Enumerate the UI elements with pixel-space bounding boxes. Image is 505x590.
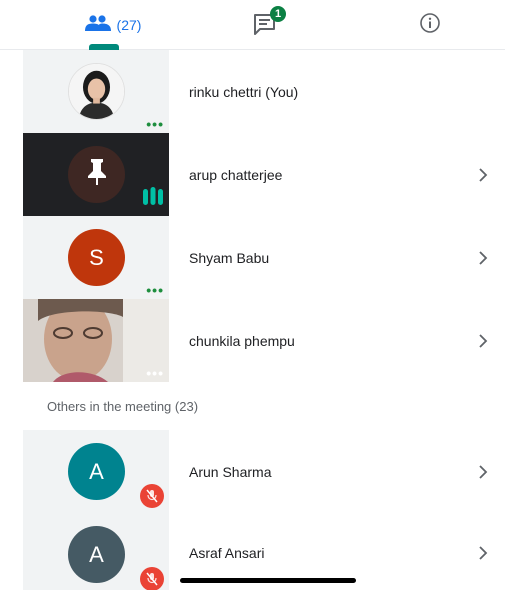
- participant-row[interactable]: A Arun Sharma: [0, 430, 505, 513]
- participant-tile: A: [23, 513, 169, 590]
- home-indicator[interactable]: [180, 578, 356, 583]
- more-options-indicator: •••: [146, 116, 164, 132]
- participant-tile: [23, 133, 169, 216]
- avatar-photo: [68, 63, 125, 120]
- avatar-initial: S: [68, 229, 125, 286]
- chevron-right-icon[interactable]: [478, 334, 488, 348]
- chat-unread-badge: 1: [270, 6, 286, 22]
- speaking-indicator-icon: [143, 187, 163, 210]
- participant-row[interactable]: ••• chunkila phempu: [0, 299, 505, 382]
- participant-name: Shyam Babu: [189, 250, 270, 266]
- participant-tile: S •••: [23, 216, 169, 299]
- pin-icon: [85, 157, 109, 193]
- tab-bar: (27) 1: [0, 0, 505, 50]
- people-icon: [84, 14, 111, 36]
- participant-row[interactable]: arup chatterjee: [0, 133, 505, 216]
- chat-icon: [252, 14, 278, 40]
- participant-name: arup chatterjee: [189, 167, 283, 183]
- info-icon: [419, 12, 441, 39]
- tab-info[interactable]: [400, 0, 460, 50]
- chevron-right-icon[interactable]: [478, 168, 488, 182]
- others-section-label: Others in the meeting (23): [47, 399, 199, 414]
- more-options-indicator: •••: [146, 282, 164, 298]
- mic-off-icon: [140, 484, 164, 508]
- participant-tile: •••: [23, 50, 169, 133]
- participant-row[interactable]: S ••• Shyam Babu: [0, 216, 505, 299]
- chevron-right-icon[interactable]: [478, 251, 488, 265]
- mic-off-icon: [140, 567, 164, 590]
- participant-name: chunkila phempu: [189, 333, 295, 349]
- participant-name: Asraf Ansari: [189, 545, 265, 561]
- participant-video-tile: •••: [23, 299, 169, 382]
- tab-people[interactable]: (27): [68, 0, 158, 50]
- people-count: (27): [116, 17, 142, 33]
- chevron-right-icon[interactable]: [478, 546, 488, 560]
- participant-row[interactable]: ••• rinku chettri (You): [0, 50, 505, 133]
- avatar-initial: A: [68, 526, 125, 583]
- avatar-pinned: [68, 146, 125, 203]
- tab-chat[interactable]: 1: [232, 0, 302, 50]
- participant-name: rinku chettri (You): [189, 84, 299, 100]
- participant-name: Arun Sharma: [189, 464, 272, 480]
- more-options-indicator: •••: [146, 365, 164, 381]
- participant-tile: A: [23, 430, 169, 513]
- chevron-right-icon[interactable]: [478, 465, 488, 479]
- avatar-initial: A: [68, 443, 125, 500]
